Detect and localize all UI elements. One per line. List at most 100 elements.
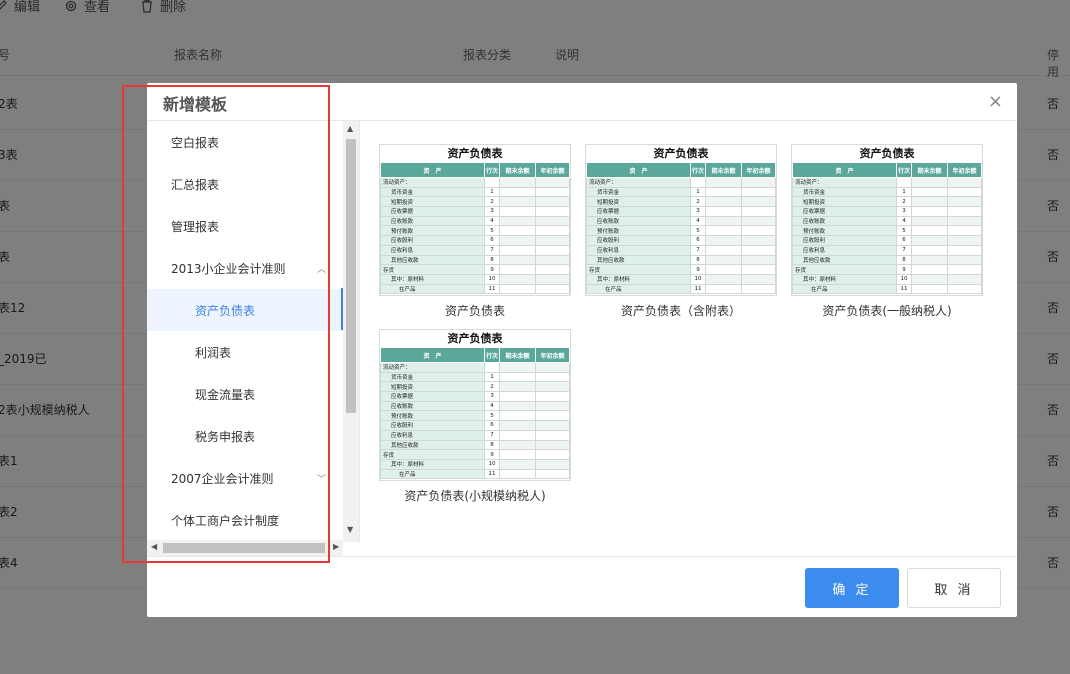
thumb-row-label: 预付账款 [380,410,485,422]
tree-item-summary-report[interactable]: 汇总报表 [147,163,343,205]
thumb-cell [534,196,570,208]
divider [359,121,360,542]
tree-item-tax-return[interactable]: 税务申报表 [147,415,343,457]
template-name: 资产负债表 [444,304,505,318]
thumb-cell [499,254,536,266]
tree-item-label: 2013小企业会计准则 [171,261,286,276]
thumb-cell [534,362,570,373]
thumb-cell [946,186,982,198]
thumb-cell [946,244,982,256]
thumb-cell [534,439,570,451]
thumb-row-no: 3 [483,391,501,402]
thumb-cell [534,273,570,285]
chevron-up-icon[interactable]: ︿ [317,262,326,275]
tree-item-cash-flow[interactable]: 现金流量表 [147,373,343,415]
thumb-row-label: 应收股利 [380,420,485,431]
thumb-row-label: 存货 [586,264,691,275]
confirm-button[interactable]: 确 定 [805,568,899,608]
thumb-header-cell: 行次 [483,347,501,363]
template-card[interactable]: 资产负债表资 产行次 期末余额 年初余额 流动资产： 货币资金 1 短期投资 2 应收票据 3 应收… [585,144,777,319]
thumb-row-label: 在产品 [792,283,897,295]
thumb-row-label: 其中：原材料 [380,273,485,285]
thumb-row-no: 5 [483,410,501,422]
cancel-button[interactable]: 取 消 [907,568,1001,608]
thumb-row-no: 11 [483,283,501,295]
thumb-row-no [689,177,707,188]
thumb-cell [946,254,982,266]
horizontal-scrollbar[interactable]: ◀ ▶ [147,540,343,556]
thumb-row-label: 应收股利 [792,235,897,246]
thumb-cell [534,458,570,470]
thumb-row-no: 6 [689,235,707,246]
tree-item-management-report[interactable]: 管理报表 [147,205,343,247]
template-tree: 空白报表 汇总报表 管理报表 2013小企业会计准则 ︿ 资产负债表 利润表 现金… [147,121,343,542]
scroll-right-icon[interactable]: ▶ [333,542,339,551]
thumb-cell [534,254,570,266]
thumb-row-label: 其他应收款 [586,254,691,266]
scroll-up-icon[interactable]: ▲ [347,124,353,133]
thumb-row-label: 短期投资 [380,196,485,208]
thumb-cell [740,254,776,266]
thumb-row-no: 7 [895,244,913,256]
thumb-header-cell: 年初余额 [534,162,570,178]
thumb-cell [705,244,742,256]
thumb-header-cell: 资 产 [380,347,485,363]
thumb-row-label: 应收账款 [792,215,897,227]
tree-item-balance-sheet[interactable]: 资产负债表 [147,289,343,331]
thumb-cell [946,235,982,246]
thumb-header-cell: 资 产 [586,162,691,178]
thumb-row-no: 7 [483,244,501,256]
tree-item-individual-business[interactable]: 个体工商户会计制度 [147,499,343,541]
scroll-down-icon[interactable]: ▼ [347,525,353,534]
thumb-row-label: 短期投资 [792,196,897,208]
tree-item-2007-enterprise[interactable]: 2007企业会计准则 ﹀ [147,457,343,499]
tree-item-2013-small-enterprise[interactable]: 2013小企业会计准则 ︿ [147,247,343,289]
close-icon[interactable]: × [988,91,1003,112]
thumb-row-no: 10 [689,273,707,285]
thumb-header-cell: 年初余额 [740,162,776,178]
thumb-cell [946,177,982,188]
chevron-down-icon[interactable]: ﹀ [317,472,326,485]
thumb-cell [499,225,536,237]
thumb-row-no: 5 [895,225,913,237]
thumb-cell [499,235,536,246]
template-name: 资产负债表（含附表） [620,304,741,318]
thumb-cell [499,186,536,198]
thumb-cell [705,283,742,295]
template-card[interactable]: 资产负债表资 产行次 期末余额 年初余额 流动资产： 货币资金 1 短期投资 2 应收票据 3 应收… [379,144,571,319]
scroll-left-icon[interactable]: ◀ [151,542,157,551]
thumb-title: 资产负债表 [447,332,503,345]
thumb-row-label: 货币资金 [380,186,485,198]
thumb-header-cell: 资 产 [380,162,485,178]
thumb-cell [499,215,536,227]
new-template-dialog: 新增模板 × 空白报表 汇总报表 管理报表 2013小企业会计准则 ︿ 资产负债表… [147,83,1017,617]
thumb-cell [740,235,776,246]
scrollbar-thumb[interactable] [163,543,325,553]
template-card[interactable]: 资产负债表资 产行次 期末余额 年初余额 流动资产： 货币资金 1 短期投资 2 应收票据 3 应收… [791,144,983,319]
thumb-header-cell: 年初余额 [946,162,982,178]
tree-item-blank-report[interactable]: 空白报表 [147,121,343,163]
template-card[interactable]: 资产负债表资 产行次 期末余额 年初余额 流动资产： 货币资金 1 短期投资 2 应收票据 3 应收… [379,329,571,504]
tree-item-label: 2007企业会计准则 [171,471,274,486]
scrollbar-thumb[interactable] [346,139,356,413]
thumb-cell [534,371,570,383]
vertical-scrollbar[interactable]: ▲ ▼ [343,121,359,542]
thumb-cell [911,196,948,208]
tree-item-income-statement[interactable]: 利润表 [147,331,343,373]
thumb-row-no: 8 [483,439,501,451]
thumb-row-no: 10 [483,273,501,285]
thumb-header-cell: 资 产 [792,162,897,178]
thumb-cell [946,196,982,208]
thumb-cell [740,225,776,237]
thumb-cell [499,381,536,393]
thumb-row-label: 货币资金 [380,371,485,383]
thumb-cell [911,177,948,188]
thumb-row-label: 预付账款 [586,225,691,237]
thumb-row-label: 应收账款 [380,215,485,227]
thumb-cell [705,196,742,208]
thumb-row-label: 应收利息 [792,244,897,256]
thumb-cell [534,468,570,480]
thumb-cell [499,458,536,470]
thumb-cell [534,244,570,256]
thumb-cell [534,391,570,402]
